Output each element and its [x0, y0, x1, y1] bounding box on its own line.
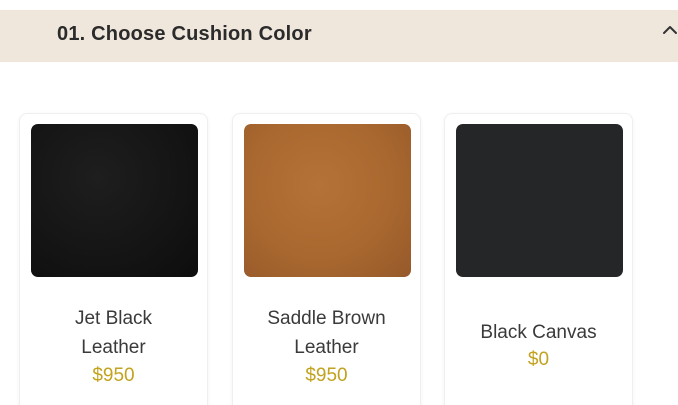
option-card-jet-black-leather[interactable]: Jet Black Leather $950 [19, 113, 208, 405]
option-name: Jet Black [74, 308, 153, 329]
option-name: Saddle Brown [267, 308, 386, 329]
section-title: 01. Choose Cushion Color [57, 23, 312, 45]
chevron-up-icon[interactable] [662, 22, 678, 38]
color-swatch [31, 124, 198, 277]
option-card-saddle-brown-leather[interactable]: Saddle Brown Leather $950 [232, 113, 421, 405]
option-price: $0 [527, 349, 550, 370]
option-card-black-canvas[interactable]: Black Canvas $0 [444, 113, 633, 405]
accordion-header[interactable]: 01. Choose Cushion Color [0, 10, 678, 62]
option-price: $950 [305, 365, 348, 386]
color-swatch [456, 124, 623, 277]
option-name-line2: Leather [81, 337, 146, 358]
color-swatch [244, 124, 411, 277]
option-price: $950 [92, 365, 135, 386]
option-name: Black Canvas [480, 322, 597, 343]
option-name-line2: Leather [294, 337, 359, 358]
page: 01. Choose Cushion Color Jet Black Leath… [0, 0, 678, 405]
